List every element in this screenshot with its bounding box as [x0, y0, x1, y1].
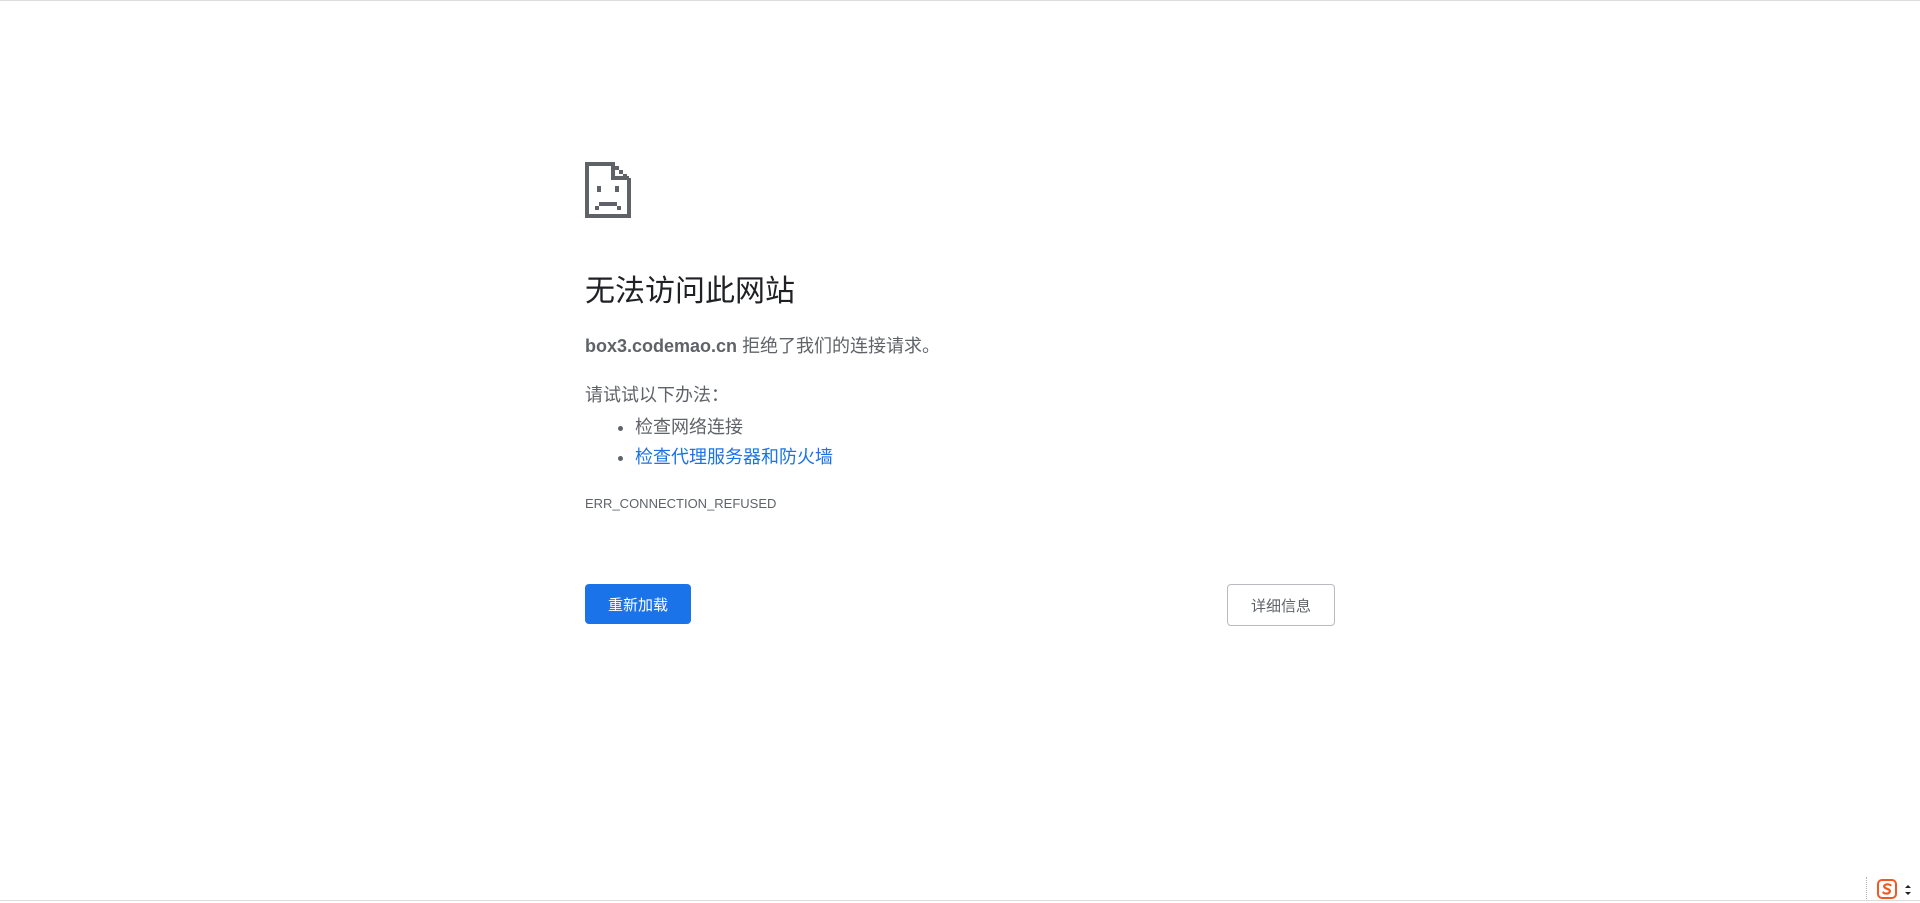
suggestion-check-network: 检查网络连接 — [635, 412, 833, 442]
page-title: 无法访问此网站 — [585, 275, 795, 308]
summary-suffix: 拒绝了我们的连接请求。 — [742, 336, 941, 356]
reload-button[interactable]: 重新加载 — [585, 584, 691, 624]
host-name: box3.codemao.cn — [585, 336, 738, 356]
details-button[interactable]: 详细信息 — [1227, 584, 1335, 626]
top-divider — [0, 0, 1920, 1]
suggestions-intro: 请试试以下办法： — [585, 385, 729, 405]
error-summary: box3.codemao.cn 拒绝了我们的连接请求。 — [585, 334, 940, 358]
suggestion-label: 检查网络连接 — [635, 417, 743, 437]
sad-page-icon — [585, 162, 631, 218]
suggestion-check-proxy-firewall[interactable]: 检查代理服务器和防火墙 — [635, 442, 833, 472]
bottom-divider — [0, 900, 1920, 901]
sogou-ime-icon[interactable] — [1877, 879, 1897, 899]
proxy-firewall-link[interactable]: 检查代理服务器和防火墙 — [635, 447, 833, 467]
tray-grip — [1866, 877, 1868, 899]
system-tray — [1862, 873, 1920, 903]
suggestions-list: 检查网络连接 检查代理服务器和防火墙 — [585, 412, 833, 472]
tray-menu-arrows-icon[interactable] — [1904, 883, 1912, 897]
error-code: ERR_CONNECTION_REFUSED — [585, 496, 777, 511]
